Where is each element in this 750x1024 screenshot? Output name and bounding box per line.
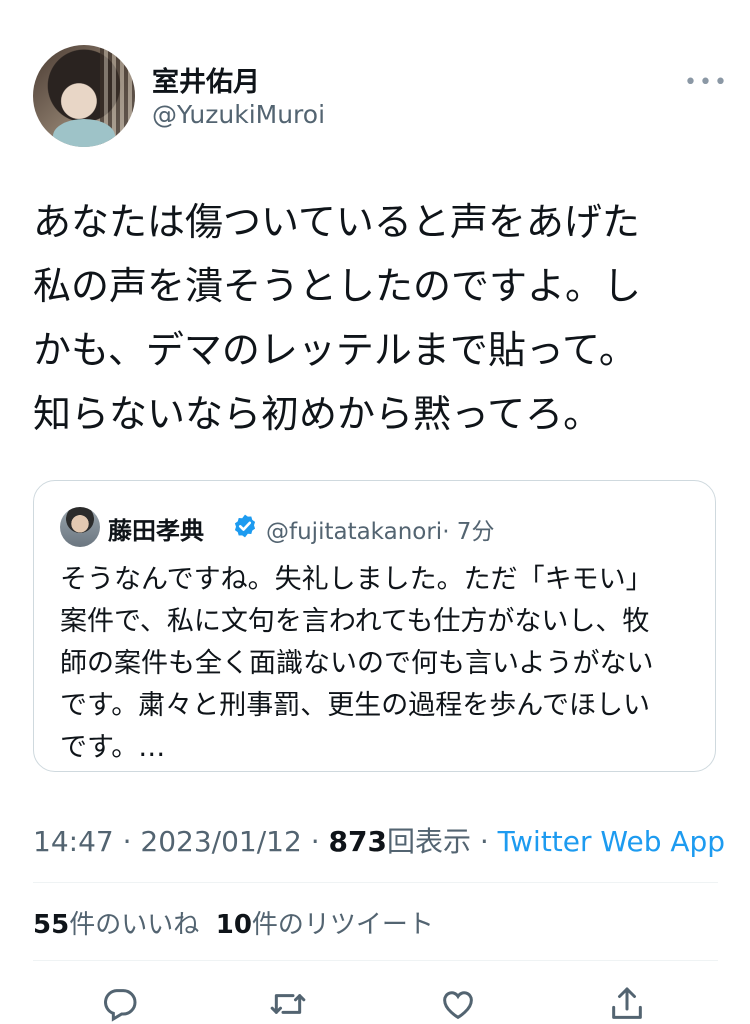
verified-badge-icon	[232, 513, 258, 539]
quote-author-avatar	[60, 507, 100, 547]
quote-line: です。粛々と刑事罰、更生の過程を歩んでほしい	[60, 690, 650, 721]
tweet-date[interactable]: 2023/01/12	[140, 825, 301, 858]
separator: ·	[470, 825, 498, 858]
engagement-stats: 55件のいいね 10件のリツイート	[33, 904, 434, 941]
author-avatar[interactable]	[33, 45, 135, 147]
retweets-stat[interactable]: 10件のリツイート	[216, 910, 434, 940]
tweet-line: かも、デマのレッテルまで貼って。	[33, 328, 637, 372]
likes-label: 件のいいね	[69, 910, 200, 940]
quote-author-name: 藤田孝典	[108, 517, 204, 545]
tweet-line: あなたは傷ついていると声をあげた	[33, 200, 640, 244]
view-count: 873	[328, 825, 387, 858]
view-label: 回表示	[386, 825, 471, 858]
retweets-count: 10	[215, 910, 252, 940]
author-display-name[interactable]: 室井佑月	[152, 60, 260, 99]
source-app-link[interactable]: Twitter Web App	[498, 825, 725, 858]
tweet-line: 知らないなら初めから黙ってろ。	[33, 392, 602, 436]
quote-time: · 7分	[442, 519, 495, 545]
like-icon[interactable]	[438, 984, 478, 1024]
tweet-text: あなたは傷ついていると声をあげた 私の声を潰そうとしたのですよ。し かも、デマの…	[33, 190, 723, 446]
share-icon[interactable]	[607, 984, 647, 1024]
separator: ·	[301, 825, 329, 858]
separator: ·	[113, 825, 141, 858]
quote-line: 師の案件も全く面識ないので何も言いようがない	[60, 648, 654, 679]
quote-text: そうなんですね。失礼しました。ただ「キモい」 案件で、私に文句を言われても仕方が…	[60, 559, 700, 769]
quote-line: 案件で、私に文句を言われても仕方がないし、牧	[60, 606, 650, 637]
retweets-label: 件のリツイート	[251, 910, 434, 940]
quote-author-handle: @fujitatakanori	[266, 519, 443, 545]
quote-line: そうなんですね。失礼しました。ただ「キモい」	[60, 564, 653, 595]
quoted-tweet[interactable]: 藤田孝典 @fujitatakanori· 7分 そうなんですね。失礼しました。…	[33, 480, 716, 772]
more-options-icon[interactable]: •••	[684, 70, 729, 95]
quote-line: です。…	[60, 732, 166, 763]
quote-author-handle-line: @fujitatakanori· 7分	[266, 512, 494, 546]
author-handle[interactable]: @YuzukiMuroi	[152, 100, 325, 129]
tweet-metadata: 14:47 · 2023/01/12 · 873回表示 · Twitter We…	[33, 820, 725, 860]
divider	[33, 960, 718, 961]
likes-stat[interactable]: 55件のいいね	[33, 910, 199, 940]
reply-icon[interactable]	[100, 984, 140, 1024]
likes-count: 55	[33, 910, 70, 940]
tweet-line: 私の声を潰そうとしたのですよ。し	[33, 264, 642, 308]
divider	[33, 882, 718, 883]
retweet-icon[interactable]	[268, 984, 308, 1024]
tweet-time[interactable]: 14:47	[33, 825, 114, 858]
avatar-collar	[53, 119, 115, 147]
